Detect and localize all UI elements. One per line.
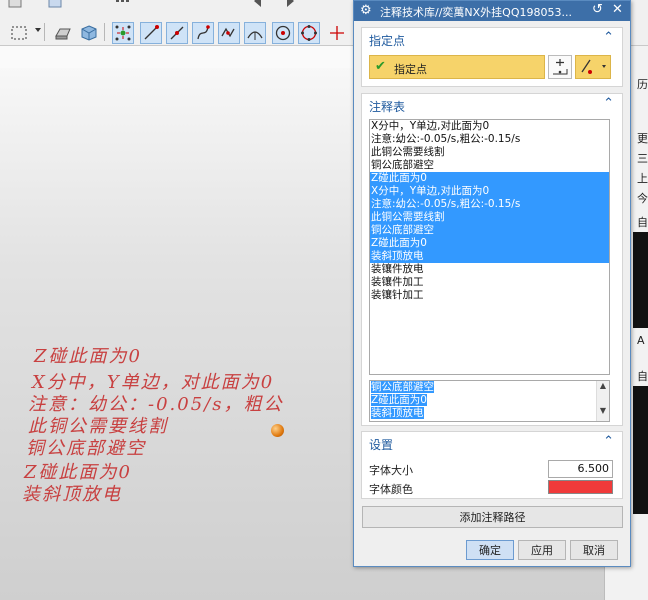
font-color-swatch[interactable] — [548, 480, 613, 494]
list-item[interactable]: 装斜顶放电 — [370, 250, 609, 263]
side-panel-label[interactable]: 上 — [637, 170, 648, 186]
preview-thumbnail — [633, 386, 648, 514]
toolbar-row-top — [0, 0, 352, 14]
annotation-text-line[interactable]: 铜公底部避空 — [26, 434, 146, 460]
circle-center-snap-icon[interactable] — [272, 22, 294, 44]
side-panel-label[interactable]: 三 — [637, 150, 648, 166]
collapse-caret-icon[interactable]: ⌃ — [603, 30, 614, 45]
list-item[interactable]: 注意:幼公:-0.05/s,粗公:-0.15/s — [370, 133, 609, 146]
specify-point-group: 指定点 ⌃ ✔ 指定点 — [361, 27, 623, 87]
shaded-body-icon[interactable] — [52, 22, 74, 44]
side-panel-label[interactable]: 今 — [637, 190, 648, 206]
list-item[interactable]: X分中，Y单边,对此面为0 — [370, 185, 609, 198]
group-header[interactable]: 注释表 ⌃ — [362, 94, 622, 116]
font-color-label: 字体颜色 — [369, 483, 413, 496]
collapse-caret-icon[interactable]: ⌃ — [603, 434, 614, 449]
list-item[interactable]: 铜公底部避空 — [370, 224, 609, 237]
side-panel-label: 历 — [637, 78, 648, 91]
selection-dropdown-icon[interactable] — [35, 28, 41, 32]
dialog-titlebar[interactable]: ⚙ 注释技术库//奕萬NX外挂QQ198053... ↺ ✕ — [354, 1, 630, 21]
settings-group: 设置 ⌃ 字体大小 6.500 字体颜色 — [361, 431, 623, 499]
group-title: 注释表 — [369, 100, 406, 114]
ok-button[interactable]: 确定 — [466, 540, 514, 560]
toolbar-separator — [104, 23, 105, 41]
list-item[interactable]: 此铜公需要线割 — [370, 211, 609, 224]
toolbar-back-icon[interactable] — [250, 0, 272, 12]
annotation-text-line[interactable]: Z碰此面为0 — [34, 342, 142, 368]
gear-icon[interactable]: ⚙ — [360, 3, 372, 18]
midpoint-snap-icon[interactable] — [166, 22, 188, 44]
group-header[interactable]: 指定点 ⌃ — [362, 28, 622, 50]
specify-point-label: 指定点 — [394, 63, 427, 76]
apply-button[interactable]: 应用 — [518, 540, 566, 560]
snap-point-grid-icon[interactable] — [112, 22, 134, 44]
list-item[interactable]: 装镶件加工 — [370, 276, 609, 289]
preview-thumbnail — [633, 232, 648, 328]
list-item[interactable]: 装镶件放电 — [370, 263, 609, 276]
side-panel-label: A — [637, 334, 645, 347]
arc-center-snap-icon[interactable] — [244, 22, 266, 44]
font-size-input[interactable]: 6.500 — [548, 460, 613, 478]
side-panel-label: 自 — [637, 370, 648, 383]
group-title: 设置 — [369, 438, 394, 452]
point-marker[interactable] — [271, 424, 284, 437]
list-item[interactable]: X分中，Y单边,对此面为0 — [370, 120, 609, 133]
scroll-track[interactable] — [597, 390, 609, 406]
collapse-caret-icon[interactable]: ⌃ — [603, 96, 614, 111]
toolbar-forward-icon[interactable] — [276, 0, 298, 12]
control-point-snap-icon[interactable] — [192, 22, 214, 44]
view-cube-icon[interactable] — [78, 22, 100, 44]
list-item[interactable]: 装镶针加工 — [370, 289, 609, 302]
list-item[interactable]: 注意:幼公:-0.05/s,粗公:-0.15/s — [370, 198, 609, 211]
toolbar-separator — [44, 23, 45, 41]
add-annotation-path-button[interactable]: 添加注释路径 — [362, 506, 623, 528]
editor-line: 铜公底部避空 — [371, 381, 434, 393]
intersection-snap-icon[interactable] — [218, 22, 240, 44]
toolbar-grid-icon[interactable] — [112, 0, 134, 12]
selection-rectangle-icon[interactable] — [8, 22, 30, 44]
annotation-table-group: 注释表 ⌃ X分中，Y单边,对此面为0 注意:幼公:-0.05/s,粗公:-0.… — [361, 93, 623, 426]
quadrant-snap-icon[interactable] — [298, 22, 320, 44]
editor-line: Z碰此面为0 — [371, 394, 427, 406]
toolbar-row-main — [0, 20, 352, 46]
side-panel-label[interactable]: 更 — [637, 130, 648, 146]
list-item[interactable]: 此铜公需要线割 — [370, 146, 609, 159]
editor-scrollbar[interactable]: ▲ ▼ — [596, 381, 609, 421]
list-item[interactable]: Z碰此面为0 — [370, 172, 609, 185]
cancel-button[interactable]: 取消 — [570, 540, 618, 560]
group-title: 指定点 — [369, 34, 406, 48]
endpoint-snap-icon[interactable] — [140, 22, 162, 44]
close-icon[interactable]: ✕ — [612, 2, 623, 17]
scroll-down-icon[interactable]: ▼ — [597, 406, 609, 415]
reset-icon[interactable]: ↺ — [592, 2, 603, 17]
annotation-list[interactable]: X分中，Y单边,对此面为0 注意:幼公:-0.05/s,粗公:-0.15/s 此… — [369, 119, 610, 375]
crosshair-snap-icon[interactable] — [326, 22, 348, 44]
group-header[interactable]: 设置 ⌃ — [362, 432, 622, 454]
annotation-text-line[interactable]: 装斜顶放电 — [22, 480, 122, 506]
list-item[interactable]: Z碰此面为0 — [370, 237, 609, 250]
point-dialog-button[interactable] — [548, 55, 572, 79]
editor-line: 装斜顶放电 — [371, 407, 424, 419]
font-size-label: 字体大小 — [369, 464, 413, 477]
toolbar-icon-a[interactable] — [4, 0, 26, 12]
annotation-library-dialog: ⚙ 注释技术库//奕萬NX外挂QQ198053... ↺ ✕ 指定点 ⌃ ✔ 指… — [353, 0, 631, 567]
dialog-title: 注释技术库//奕萬NX外挂QQ198053... — [380, 6, 572, 19]
list-item[interactable]: 铜公底部避空 — [370, 159, 609, 172]
scroll-up-icon[interactable]: ▲ — [597, 381, 609, 390]
annotation-text-editor[interactable]: 铜公底部避空 Z碰此面为0 装斜顶放电 ▲ ▼ — [369, 380, 610, 422]
specify-point-button[interactable]: ✔ 指定点 — [369, 55, 545, 79]
toolbar-icon-b[interactable] — [44, 0, 66, 12]
side-panel-label: 自 — [637, 216, 648, 229]
inferred-point-dropdown[interactable] — [575, 55, 611, 79]
check-icon: ✔ — [375, 59, 386, 74]
